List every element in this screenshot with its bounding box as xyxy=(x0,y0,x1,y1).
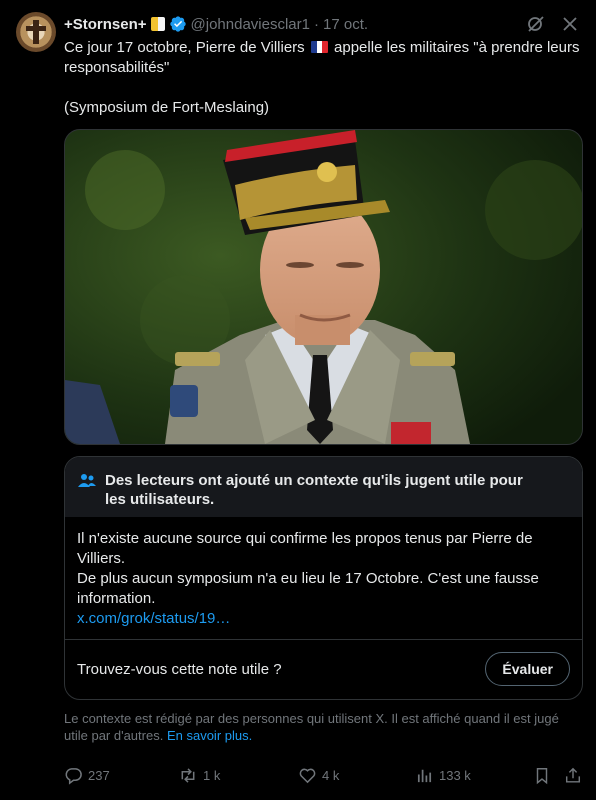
tweet-date[interactable]: 17 oct. xyxy=(323,16,368,33)
community-note-line2: De plus aucun symposium n'a eu lieu le 1… xyxy=(77,570,539,607)
community-note-header: Des lecteurs ont ajouté un contexte qu'i… xyxy=(65,457,582,517)
tweet-text-part1: Ce jour 17 octobre, Pierre de Villiers xyxy=(64,39,305,56)
tweet-photo[interactable] xyxy=(64,129,583,445)
tweet-action-bar: 237 1 k 4 k 133 k xyxy=(64,766,584,786)
community-note-rating-row: Trouvez-vous cette note utile ? Évaluer xyxy=(65,639,582,698)
repost-button[interactable]: 1 k xyxy=(178,766,220,785)
grok-icon[interactable] xyxy=(526,14,546,34)
community-note-title: Des lecteurs ont ajouté un contexte qu'i… xyxy=(105,472,523,508)
repost-count: 1 k xyxy=(203,768,221,783)
reply-icon xyxy=(64,766,83,785)
disclaimer-text: Le contexte est rédigé par des personnes… xyxy=(64,711,559,743)
community-note: Des lecteurs ont ajouté un contexte qu'i… xyxy=(64,456,583,700)
like-button[interactable]: 4 k xyxy=(298,766,339,785)
community-note-line1: Il n'existe aucune source qui confirme l… xyxy=(77,530,533,567)
share-button[interactable] xyxy=(564,766,582,785)
tweet-text-line2: (Symposium de Fort-Meslaing) xyxy=(64,99,270,116)
bookmark-button[interactable] xyxy=(533,766,551,785)
community-note-body: Il n'existe aucune source qui confirme l… xyxy=(65,517,582,629)
reply-button[interactable]: 237 xyxy=(64,766,110,785)
views-button[interactable]: 133 k xyxy=(415,766,471,785)
tweet-header: +Stornsen+ @johndaviesclar1 · 17 oct. xyxy=(64,14,580,34)
share-icon xyxy=(564,766,582,785)
meta-separator: · xyxy=(314,15,319,33)
verified-badge-icon[interactable] xyxy=(169,15,187,33)
tweet-text: Ce jour 17 octobre, Pierre de Villiers a… xyxy=(64,38,580,118)
french-flag-emoji xyxy=(310,41,328,53)
community-note-question: Trouvez-vous cette note utile ? xyxy=(77,660,282,678)
community-note-disclaimer: Le contexte est rédigé par des personnes… xyxy=(64,710,584,744)
vatican-flag-emoji xyxy=(150,17,165,31)
like-count: 4 k xyxy=(322,768,340,783)
community-note-source-link[interactable]: x.com/grok/status/19… xyxy=(77,610,230,627)
repost-icon xyxy=(178,766,198,785)
author-handle[interactable]: @johndaviesclar1 xyxy=(191,16,310,33)
views-count: 133 k xyxy=(439,768,471,783)
reply-count: 237 xyxy=(88,768,110,783)
bookmark-icon xyxy=(533,766,551,785)
more-options-icon[interactable] xyxy=(560,14,580,34)
views-chart-icon xyxy=(415,766,434,785)
people-icon xyxy=(77,471,97,491)
author-avatar[interactable] xyxy=(16,12,56,52)
rate-note-button[interactable]: Évaluer xyxy=(485,652,570,686)
learn-more-link[interactable]: En savoir plus. xyxy=(167,728,252,743)
heart-icon xyxy=(298,766,317,785)
author-name[interactable]: +Stornsen+ xyxy=(64,16,147,33)
